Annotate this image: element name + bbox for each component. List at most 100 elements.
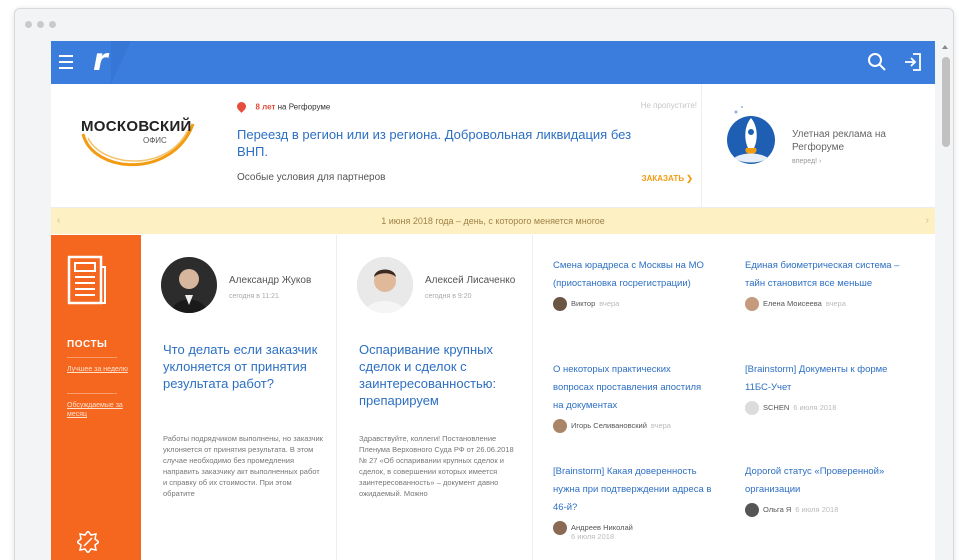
browser-window: r МОСКОВСКИЙ ОФИС 8 лет на Регфоруме Не … <box>14 8 954 560</box>
author-mini-avatar[interactable] <box>553 419 567 433</box>
location-pin-icon <box>235 100 248 114</box>
announcement-link[interactable]: 1 июня 2018 года – день, с которого меня… <box>381 216 605 226</box>
order-button[interactable]: ЗАКАЗАТЬ ❯ <box>642 174 693 183</box>
news-date: 6 июля 2018 <box>793 403 837 412</box>
login-icon[interactable] <box>903 52 923 72</box>
ad-promo-link[interactable]: вперед! › <box>792 158 821 165</box>
promo-main: 8 лет на Регфоруме Не пропустите! Переез… <box>235 98 707 198</box>
scroll-up-arrow-icon[interactable] <box>942 45 948 49</box>
post-card: Алексей Лисаченко сегодня в 9:20 Оспарив… <box>337 235 533 560</box>
posts-sidebar: ПОСТЫ Лучшее за неделю Обсуждаемые за ме… <box>51 235 141 560</box>
site-logo[interactable]: r <box>93 46 108 76</box>
years-text: на Регфоруме <box>277 102 331 112</box>
news-item: Дорогой статус «Проверенной» организации… <box>745 461 915 519</box>
author-avatar[interactable] <box>357 257 413 313</box>
news-date: 6 июля 2018 <box>795 505 839 514</box>
strip-next-arrow-icon[interactable]: › <box>926 215 929 226</box>
news-title-link[interactable]: Единая биометрическая система – тайн ста… <box>745 260 899 289</box>
news-title-link[interactable]: [Brainstorm] Какая доверенность нужна пр… <box>553 466 711 513</box>
logo-flag-shape <box>111 41 131 84</box>
post-author[interactable]: Алексей Лисаченко <box>425 275 515 286</box>
sidebar-link-discussed-month[interactable]: Обсуждаемые за месяц <box>67 401 137 419</box>
news-tag: [Brainstorm] <box>553 466 605 477</box>
sidebar-link-best-week[interactable]: Лучшее за неделю <box>67 365 137 374</box>
vertical-scrollbar[interactable] <box>939 41 953 560</box>
news-item: Единая биометрическая система – тайн ста… <box>745 255 915 313</box>
news-author[interactable]: Игорь Селивановский <box>571 421 647 430</box>
moscow-office-logo[interactable]: МОСКОВСКИЙ ОФИС <box>73 104 213 184</box>
news-item: [Brainstorm] Документы к форме 11БС-Учет… <box>745 359 915 417</box>
promo-title-link[interactable]: Переезд в регион или из региона. Доброво… <box>237 126 637 160</box>
window-minimize-dot[interactable] <box>37 21 44 28</box>
ad-promo[interactable]: Улетная реклама на Регфоруме вперед! › <box>701 84 935 208</box>
top-navbar: r <box>51 41 935 84</box>
sidebar-divider <box>67 357 117 358</box>
announcement-strip: ‹ 1 июня 2018 года – день, с которого ме… <box>51 208 935 234</box>
strip-prev-arrow-icon[interactable]: ‹ <box>57 215 60 226</box>
news-title-link[interactable]: Смена юрадреса с Москвы на МО (приостано… <box>553 260 704 289</box>
post-time: сегодня в 9:20 <box>425 293 472 300</box>
news-item: О некоторых практических вопросах проста… <box>553 359 713 435</box>
news-author[interactable]: Ольга Я <box>763 505 791 514</box>
author-mini-avatar[interactable] <box>745 503 759 517</box>
promo-hint: Не пропустите! <box>640 101 697 110</box>
pen-badge-icon[interactable] <box>77 531 99 553</box>
post-title-link[interactable]: Оспаривание крупных сделок и сделок с за… <box>359 341 519 409</box>
post-card: Александр Жуков сегодня в 11:21 Что дела… <box>141 235 337 560</box>
author-mini-avatar[interactable] <box>553 521 567 535</box>
news-title-link[interactable]: Дорогой статус «Проверенной» организации <box>745 466 884 495</box>
window-zoom-dot[interactable] <box>49 21 56 28</box>
avatar-photo <box>161 257 217 313</box>
logo-text-line1: МОСКОВСКИЙ <box>81 118 192 135</box>
news-title-text: Дорогой статус «Проверенной» организации <box>745 466 885 495</box>
author-avatar[interactable] <box>161 257 217 313</box>
news-meta: Игорь Селивановский вчера <box>553 419 713 435</box>
logo-text-line2: ОФИС <box>143 136 167 145</box>
rocket-icon <box>727 106 775 164</box>
news-item: Смена юрадреса с Москвы на МО (приостано… <box>553 255 713 313</box>
years-count: 8 лет <box>255 102 276 112</box>
newspaper-icon <box>67 255 106 305</box>
news-meta: Ольга Я 6 июля 2018 <box>745 503 915 519</box>
news-title-link[interactable]: [Brainstorm] Документы к форме 11БС-Учет <box>745 364 887 393</box>
news-meta: Елена Моисеева вчера <box>745 297 915 313</box>
news-meta: Андреев Николай 6 июля 2018 <box>553 521 713 541</box>
author-mini-avatar[interactable] <box>745 297 759 311</box>
news-tag: [Brainstorm] <box>745 364 797 375</box>
news-author[interactable]: Андреев Николай <box>571 523 633 532</box>
news-title-link[interactable]: О некоторых практических вопросах проста… <box>553 364 701 411</box>
news-date: вчера <box>650 421 671 430</box>
window-titlebar <box>15 9 953 41</box>
news-meta: Виктор вчера <box>553 297 713 313</box>
news-author[interactable]: SCHEN <box>763 403 789 412</box>
news-title-text: Единая биометрическая система – тайн ста… <box>745 260 900 289</box>
author-mini-avatar[interactable] <box>745 401 759 415</box>
search-icon[interactable] <box>867 52 887 72</box>
news-date: 6 июля 2018 <box>571 532 615 541</box>
post-author[interactable]: Александр Жуков <box>229 275 311 286</box>
ad-promo-title[interactable]: Улетная реклама на Регфоруме <box>792 128 912 154</box>
main-content: ПОСТЫ Лучшее за неделю Обсуждаемые за ме… <box>51 235 935 560</box>
sidebar-section-title[interactable]: ПОСТЫ <box>67 339 107 350</box>
news-title-text: Смена юрадреса с Москвы на МО (приостано… <box>553 260 704 289</box>
promo-banner: МОСКОВСКИЙ ОФИС 8 лет на Регфоруме Не пр… <box>51 84 935 208</box>
hamburger-menu-icon[interactable] <box>59 55 73 69</box>
sidebar-divider <box>67 393 117 394</box>
news-date: вчера <box>825 299 846 308</box>
post-title-link[interactable]: Что делать если заказчик уклоняется от п… <box>163 341 323 392</box>
news-meta: SCHEN 6 июля 2018 <box>745 401 915 417</box>
news-date: вчера <box>599 299 620 308</box>
post-excerpt: Здравствуйте, коллеги! Постановление Пле… <box>359 434 514 498</box>
avatar-photo <box>357 257 413 313</box>
news-author[interactable]: Виктор <box>571 299 595 308</box>
news-author[interactable]: Елена Моисеева <box>763 299 822 308</box>
window-close-dot[interactable] <box>25 21 32 28</box>
page: r МОСКОВСКИЙ ОФИС 8 лет на Регфоруме Не … <box>51 41 935 560</box>
scroll-thumb[interactable] <box>942 57 950 147</box>
post-time: сегодня в 11:21 <box>229 293 279 300</box>
news-column-right: Единая биометрическая система – тайн ста… <box>725 235 925 560</box>
promo-subtitle: Особые условия для партнеров <box>237 172 386 183</box>
author-mini-avatar[interactable] <box>553 297 567 311</box>
news-item: [Brainstorm] Какая доверенность нужна пр… <box>553 461 713 541</box>
news-column-left: Смена юрадреса с Москвы на МО (приостано… <box>533 235 723 560</box>
